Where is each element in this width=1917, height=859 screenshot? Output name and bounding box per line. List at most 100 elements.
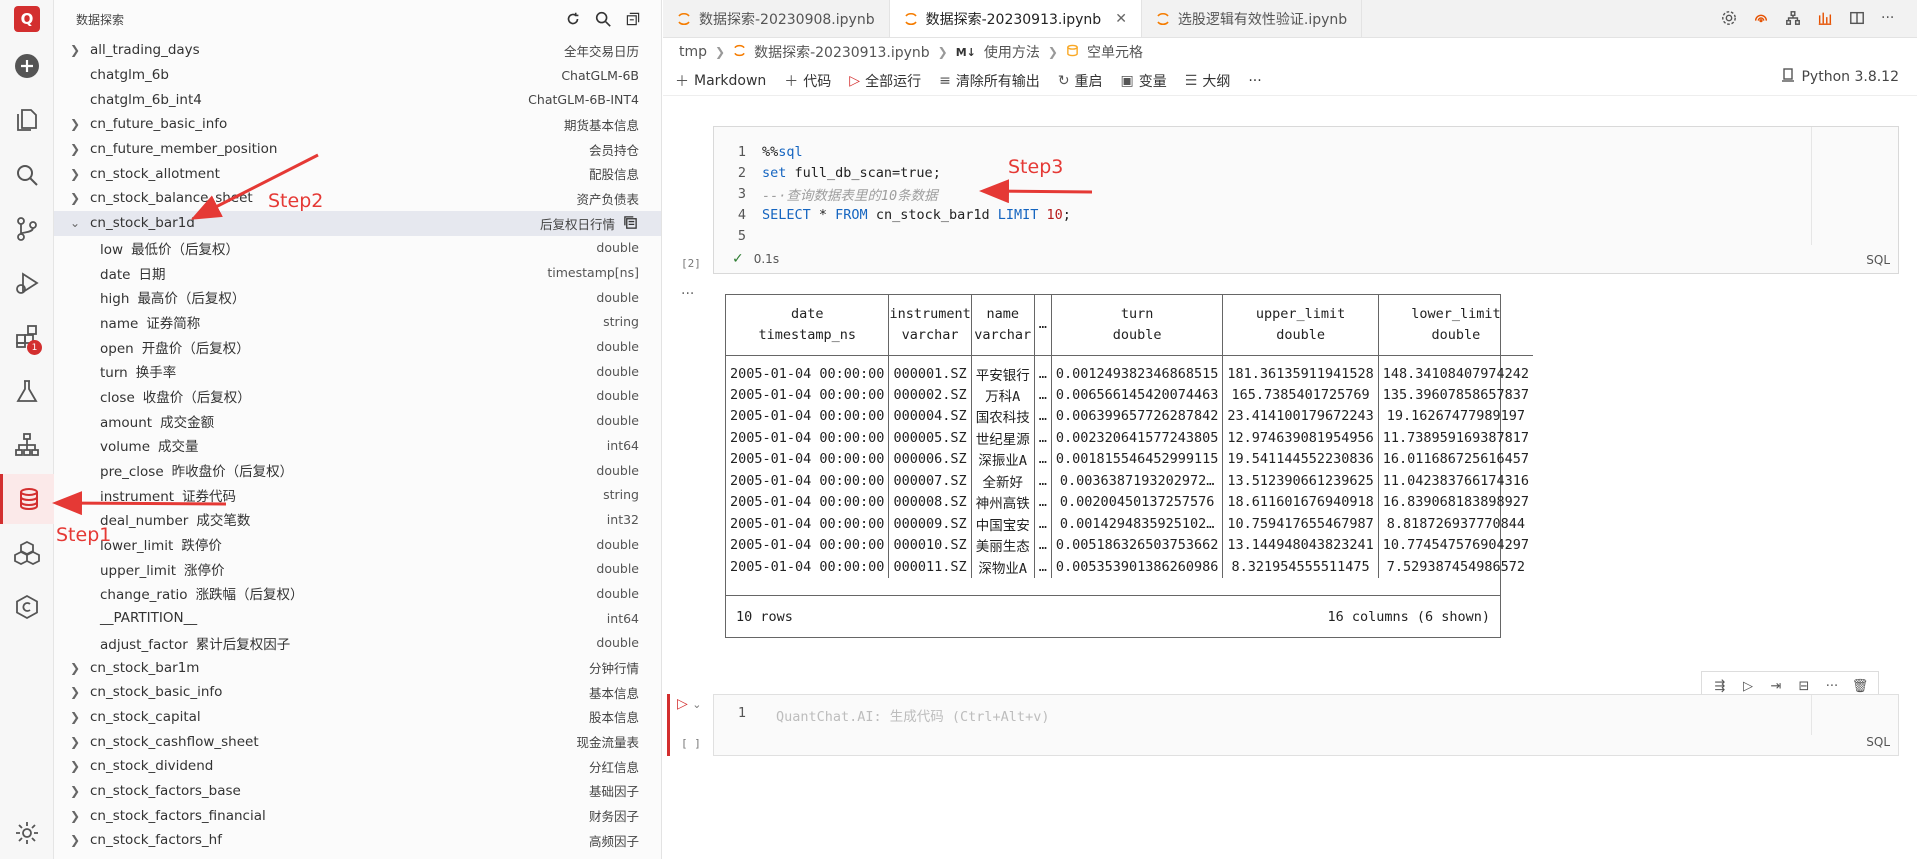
jupyter-icon	[733, 44, 746, 61]
column-label: 涨停价	[184, 562, 225, 579]
clear-icon: ≡	[939, 72, 951, 89]
column-item[interactable]: upper_limit 涨停价 double	[54, 556, 661, 581]
tab-notebook-20230913[interactable]: 数据探索-20230913.ipynb ✕	[889, 0, 1142, 37]
column-item[interactable]: date 日期 timestamp[ns]	[54, 260, 661, 285]
column-item[interactable]: deal_number 成交笔数 int32	[54, 507, 661, 532]
chart-icon[interactable]	[1817, 10, 1835, 28]
run-below-icon[interactable]: ⇥	[1766, 676, 1786, 696]
run-cell-icon[interactable]: ▷	[1738, 676, 1758, 696]
column-item[interactable]: turn 换手率 double	[54, 359, 661, 384]
refresh-icon[interactable]	[563, 9, 583, 29]
cell-language[interactable]: SQL	[1866, 735, 1890, 749]
table-item[interactable]: ❯ cn_stock_basic_info 基本信息	[54, 680, 661, 705]
split-editor-icon[interactable]	[1849, 10, 1867, 28]
output-more-icon[interactable]: ···	[681, 286, 694, 302]
column-item[interactable]: low 最低价（后复权） double	[54, 236, 661, 261]
flask-icon[interactable]	[0, 366, 54, 416]
cell-language[interactable]: SQL	[1866, 253, 1890, 267]
column-type: double	[596, 635, 639, 651]
table-cell: …	[1034, 384, 1052, 406]
collapse-all-icon[interactable]	[623, 9, 643, 29]
extensions-icon[interactable]: 1	[0, 312, 54, 362]
clear-outputs-button[interactable]: ≡ 清除所有输出	[939, 71, 1040, 91]
annotation-step1: Step1	[56, 524, 112, 546]
outline-button[interactable]: ☰ 大纲	[1185, 71, 1231, 91]
settings-gear-icon[interactable]	[0, 808, 54, 858]
column-item[interactable]: high 最高价（后复权） double	[54, 285, 661, 310]
run-debug-icon[interactable]	[0, 258, 54, 308]
table-item[interactable]: ❯ cn_stock_dividend 分红信息	[54, 754, 661, 779]
column-item[interactable]: instrument 证券代码 string	[54, 482, 661, 507]
app-logo: Q	[14, 6, 40, 32]
table-row: 2005-01-04 00:00:00 000009.SZ 中国宝安… 0.00142…	[726, 513, 1533, 535]
variables-button[interactable]: ▣ 变量	[1121, 71, 1167, 91]
more-button[interactable]: ···	[1248, 73, 1261, 89]
table-item[interactable]: ❯ cn_stock_capital 股本信息	[54, 705, 661, 730]
breadcrumb-file[interactable]: 数据探索-20230913.ipynb	[754, 42, 930, 62]
table-item[interactable]: ❯ all_trading_days 全年交易日历	[54, 38, 661, 63]
restart-button[interactable]: ↻ 重启	[1058, 71, 1103, 91]
table-cell: 万科A	[971, 384, 1035, 406]
table-item[interactable]: ❯ cn_stock_cashflow_sheet 现金流量表	[54, 729, 661, 754]
breadcrumb-section[interactable]: 使用方法	[984, 42, 1040, 62]
code-input[interactable]: 1 QuantChat.AI: 生成代码 (Ctrl+Alt+v)	[714, 705, 1050, 725]
column-label: 证券简称	[146, 315, 201, 332]
column-item[interactable]: name 证券简称 string	[54, 310, 661, 335]
table-item[interactable]: ❯ cn_future_member_position 会员持仓	[54, 137, 661, 162]
more-icon[interactable]: ···	[1822, 676, 1842, 696]
run-above-icon[interactable]: ⇶	[1710, 676, 1730, 696]
table-cell: 0.001815546452999115	[1051, 448, 1224, 470]
tree-icon[interactable]	[1785, 10, 1803, 28]
new-icon[interactable]	[0, 41, 54, 91]
column-item[interactable]: amount 成交金额 double	[54, 408, 661, 433]
database-icon[interactable]	[0, 474, 54, 524]
add-markdown-button[interactable]: ＋ Markdown	[675, 71, 766, 91]
table-item[interactable]: ❯ cn_stock_factors_hf 高频因子	[54, 828, 661, 853]
table-item[interactable]: ❯ cn_future_basic_info 期货基本信息	[54, 112, 661, 137]
tab-notebook-20230908[interactable]: 数据探索-20230908.ipynb	[663, 0, 890, 37]
column-item[interactable]: pre_close 昨收盘价（后复权） double	[54, 458, 661, 483]
table-item-selected[interactable]: ⌄ cn_stock_bar1d 后复权日行情	[54, 210, 661, 236]
breadcrumb-cell[interactable]: 空单元格	[1087, 42, 1143, 62]
table-item[interactable]: ❯ cn_stock_balance_sheet 资产负债表	[54, 186, 661, 211]
table-item[interactable]: ❯ cn_stock_bar1m 分钟行情	[54, 655, 661, 680]
column-item[interactable]: lower_limit 跌停价 double	[54, 532, 661, 557]
add-code-button[interactable]: ＋代码	[784, 71, 831, 91]
column-item[interactable]: adjust_factor 累计后复权因子 double	[54, 631, 661, 656]
table-item[interactable]: ❯ cn_stock_factors_financial 财务因子	[54, 803, 661, 828]
column-item[interactable]: change_ratio 涨跌幅（后复权） double	[54, 581, 661, 606]
breadcrumb-root[interactable]: tmp	[679, 44, 707, 60]
delete-icon[interactable]: 🗑	[1850, 676, 1870, 696]
search-icon[interactable]	[0, 150, 54, 200]
search-icon[interactable]	[593, 9, 613, 29]
sql-code-cell[interactable]: 1%% sql 2 set full_db_scan=true; 3 --·查询数据表…	[713, 126, 1899, 274]
packages-icon[interactable]	[0, 528, 54, 578]
column-item[interactable]: close 收盘价（后复权） double	[54, 384, 661, 409]
tab-stock-selection[interactable]: 选股逻辑有效性验证.ipynb	[1142, 0, 1363, 37]
column-type: double	[596, 536, 639, 552]
table-item[interactable]: ❯ cn_stock_factors_base 基础因子	[54, 779, 661, 804]
share-icon[interactable]	[1753, 10, 1771, 28]
table-item[interactable]: chatglm_6b_int4 ChatGLM-6B-INT4	[54, 87, 661, 112]
source-control-icon[interactable]	[0, 204, 54, 254]
run-cell-button[interactable]: ▷ ⌄	[677, 696, 701, 712]
table-item[interactable]: chatglm_6b ChatGLM-6B	[54, 63, 661, 88]
copyright-icon[interactable]	[0, 582, 54, 632]
files-icon[interactable]	[0, 95, 54, 145]
copy-icon[interactable]	[623, 215, 639, 231]
jupyter-icon	[1156, 12, 1170, 26]
table-item[interactable]: ❯ cn_stock_allotment 配股信息	[54, 161, 661, 186]
table-cell: 000009.SZ	[888, 513, 972, 535]
more-icon[interactable]: ···	[1881, 10, 1899, 28]
hierarchy-icon[interactable]	[0, 420, 54, 470]
column-item[interactable]: __PARTITION__ int64	[54, 606, 661, 631]
kernel-selector[interactable]: Python 3.8.12	[1781, 68, 1899, 86]
run-all-button[interactable]: ▷ 全部运行	[849, 71, 921, 91]
split-cell-icon[interactable]: ⊟	[1794, 676, 1814, 696]
empty-code-cell[interactable]: 1 QuantChat.AI: 生成代码 (Ctrl+Alt+v) SQL	[713, 694, 1899, 756]
close-icon[interactable]: ✕	[1115, 11, 1127, 27]
column-item[interactable]: volume 成交量 int64	[54, 433, 661, 458]
jupyter-icon	[904, 12, 918, 26]
column-item[interactable]: open 开盘价（后复权） double	[54, 334, 661, 359]
gear-icon[interactable]	[1721, 10, 1739, 28]
